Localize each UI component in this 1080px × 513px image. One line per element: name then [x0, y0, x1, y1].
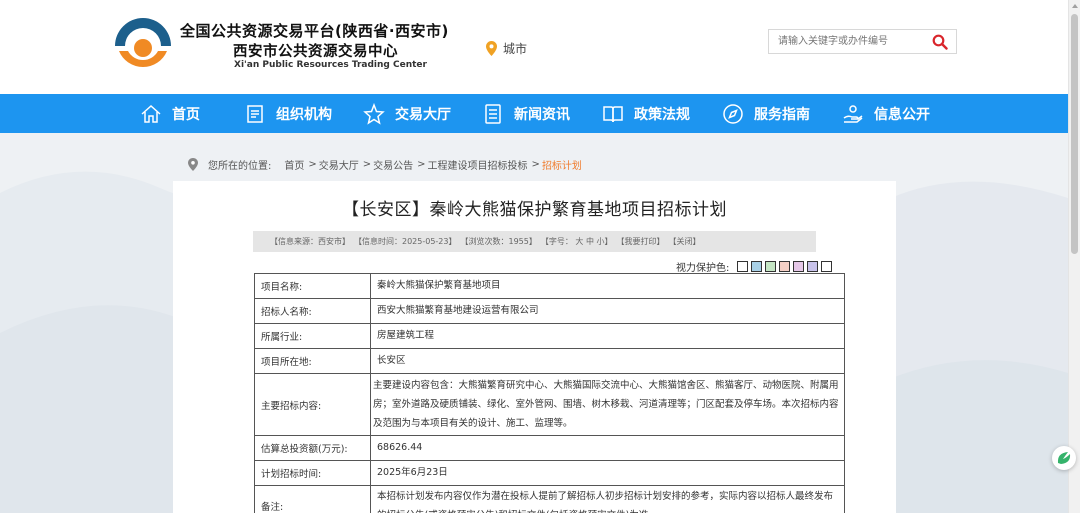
meta-time: 【信息时间：2025-05-23】 — [354, 237, 457, 246]
nav-label: 政策法规 — [634, 106, 690, 123]
center-name: 西安市公共资源交易中心 — [233, 44, 398, 60]
home-icon — [141, 104, 161, 123]
nav-label: 交易大厅 — [395, 106, 451, 123]
table-row: 项目名称: 秦岭大熊猫保护繁育基地项目 — [254, 273, 845, 299]
vision-swatch[interactable] — [751, 261, 763, 272]
scrollbar-thumb[interactable] — [1071, 14, 1078, 254]
city-selector[interactable]: 城市 — [486, 40, 527, 57]
compass-icon — [723, 103, 743, 124]
breadcrumb-home[interactable]: 首页 — [284, 157, 304, 172]
row-value: 长安区 — [370, 348, 845, 374]
table-row: 项目所在地: 长安区 — [254, 348, 845, 374]
site-logo[interactable] — [111, 16, 175, 78]
table-row: 估算总投资额(万元): 68626.44 — [254, 435, 845, 461]
nav-label: 服务指南 — [754, 106, 810, 123]
nav-label: 组织机构 — [276, 106, 332, 123]
print-link[interactable]: 【我要打印】 — [617, 236, 665, 247]
breadcrumb-bidding[interactable]: 工程建设项目招标投标 — [428, 157, 528, 172]
search-icon[interactable] — [932, 34, 948, 50]
nav-item-home[interactable]: 首页 — [140, 94, 200, 133]
row-value: 本招标计划发布内容仅作为潜在投标人提前了解招标人初步招标计划安排的参考，实际内容… — [370, 485, 845, 513]
nav-item-policy[interactable]: 政策法规 — [602, 94, 690, 133]
nav-item-service-guide[interactable]: 服务指南 — [722, 94, 810, 133]
nav-label: 信息公开 — [874, 106, 930, 123]
table-row: 计划招标时间: 2025年6月23日 — [254, 460, 845, 486]
vertical-scrollbar[interactable] — [1068, 0, 1080, 513]
platform-title: 全国公共资源交易平台(陕西省·西安市) — [180, 22, 449, 40]
project-info-table: 项目名称: 秦岭大熊猫保护繁育基地项目 招标人名称: 西安大熊猫繁育基地建设运营… — [254, 273, 845, 513]
vision-swatch[interactable] — [807, 261, 819, 272]
nav-label: 首页 — [172, 106, 200, 123]
floating-assistant-button[interactable] — [1052, 446, 1076, 470]
article-title: 【长安区】秦岭大熊猫保护繁育基地项目招标计划 — [342, 200, 727, 220]
row-value: 秦岭大熊猫保护繁育基地项目 — [370, 273, 845, 299]
center-name-en: Xi'an Public Resources Trading Center — [234, 60, 427, 70]
breadcrumb: 您所在的位置: 首页 > 交易大厅 > 交易公告 > 工程建设项目招标投标 > … — [188, 157, 582, 172]
book-icon — [603, 105, 623, 122]
vision-swatch[interactable] — [821, 261, 833, 272]
row-key: 招标人名称: — [254, 298, 371, 324]
breadcrumb-prefix: 您所在的位置: — [208, 161, 272, 172]
breadcrumb-announcements[interactable]: 交易公告 — [373, 157, 413, 172]
search-box — [768, 29, 957, 54]
row-value: 房屋建筑工程 — [370, 323, 845, 349]
row-key: 主要招标内容: — [254, 373, 371, 436]
font-size-controls[interactable]: 【字号： 大 中 小】 — [541, 236, 613, 247]
row-key: 估算总投资额(万元): — [254, 435, 371, 461]
breadcrumb-current[interactable]: 招标计划 — [542, 157, 582, 172]
article-card: 【长安区】秦岭大熊猫保护繁育基地项目招标计划 【信息来源：西安市】 【信息时间：… — [173, 181, 896, 513]
row-key: 项目所在地: — [254, 348, 371, 374]
leaf-icon — [1057, 452, 1071, 464]
table-row: 所属行业: 房屋建筑工程 — [254, 323, 845, 349]
nav-item-organization[interactable]: 组织机构 — [244, 94, 332, 133]
vision-color-picker: 视力保护色: — [676, 259, 833, 274]
row-value: 2025年6月23日 — [370, 460, 845, 486]
nav-item-news[interactable]: 新闻资讯 — [482, 94, 570, 133]
vision-swatch[interactable] — [779, 261, 791, 272]
row-value: 主要建设内容包含：大熊猫繁育研究中心、大熊猫国际交流中心、大熊猫馆舍区、熊猫客厅… — [370, 373, 845, 436]
location-pin-icon — [486, 41, 497, 56]
hand-icon — [843, 104, 863, 123]
table-row: 招标人名称: 西安大熊猫繁育基地建设运营有限公司 — [254, 298, 845, 324]
location-pin-icon — [188, 158, 198, 171]
nav-label: 新闻资讯 — [514, 106, 570, 123]
breadcrumb-trading-hall[interactable]: 交易大厅 — [319, 157, 359, 172]
article-meta-bar: 【信息来源：西安市】 【信息时间：2025-05-23】 【浏览次数：1955】… — [253, 231, 816, 252]
scroll-up-arrow-icon[interactable] — [1072, 4, 1078, 8]
meta-views: 【浏览次数：1955】 — [460, 237, 537, 246]
vision-swatch[interactable] — [737, 261, 749, 272]
row-value: 68626.44 — [370, 435, 845, 461]
search-input[interactable] — [769, 30, 929, 53]
close-link[interactable]: 【关闭】 — [669, 236, 701, 247]
nav-item-disclosure[interactable]: 信息公开 — [842, 94, 930, 133]
star-icon — [363, 102, 385, 125]
site-header: 全国公共资源交易平台(陕西省·西安市) 西安市公共资源交易中心 Xi'an Pu… — [0, 0, 1068, 94]
row-key: 备注: — [254, 485, 371, 513]
table-row: 主要招标内容: 主要建设内容包含：大熊猫繁育研究中心、大熊猫国际交流中心、大熊猫… — [254, 373, 845, 436]
meta-source: 【信息来源：西安市】 — [270, 237, 350, 246]
row-key: 所属行业: — [254, 323, 371, 349]
main-nav: 首页 组织机构 交易大厅 新闻资讯 政策法规 服务指南 信息公开 — [0, 94, 1068, 133]
row-key: 项目名称: — [254, 273, 371, 299]
vision-label: 视力保护色: — [676, 263, 730, 274]
table-row: 备注: 本招标计划发布内容仅作为潜在投标人提前了解招标人初步招标计划安排的参考，… — [254, 485, 845, 513]
vision-swatch[interactable] — [793, 261, 805, 272]
document-icon — [247, 104, 263, 123]
city-label: 城市 — [503, 42, 528, 56]
row-value: 西安大熊猫繁育基地建设运营有限公司 — [370, 298, 845, 324]
list-icon — [485, 103, 501, 124]
row-key: 计划招标时间: — [254, 460, 371, 486]
nav-item-trading-hall[interactable]: 交易大厅 — [363, 94, 451, 133]
vision-swatch[interactable] — [765, 261, 777, 272]
